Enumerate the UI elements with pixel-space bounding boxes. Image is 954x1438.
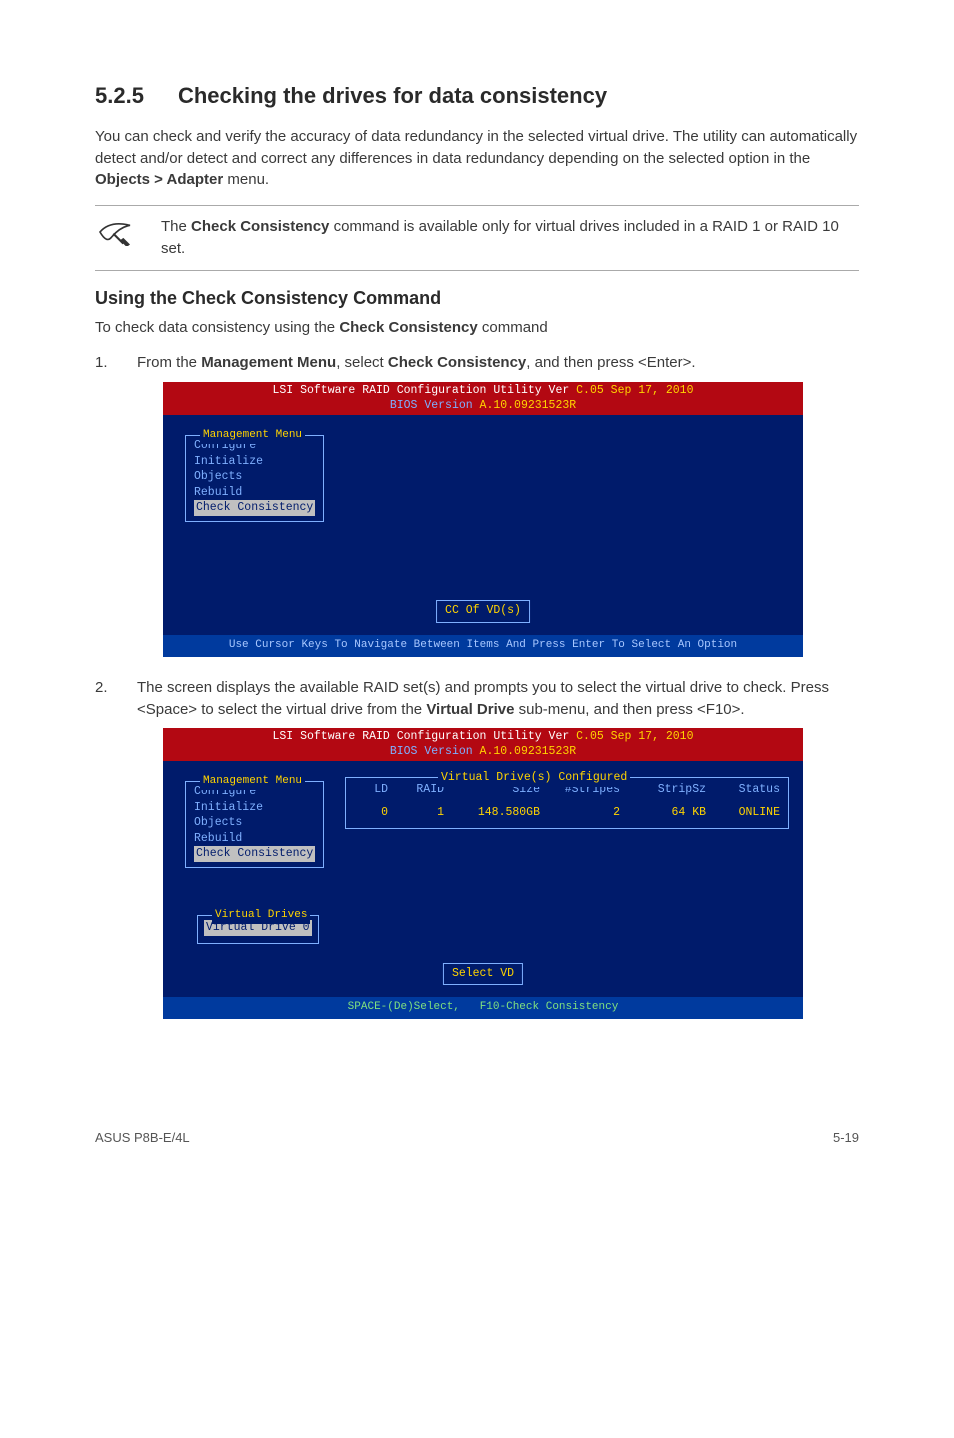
bios2-title-main: LSI Software RAID Configuration Utility …: [273, 730, 577, 743]
s2-post: sub-menu, and then press <F10>.: [514, 701, 744, 718]
footer-right: 5-19: [833, 1129, 859, 1148]
intro-bold: Objects > Adapter: [95, 171, 223, 188]
bios1-prompt: CC Of VD(s): [436, 600, 530, 623]
vd-data-row: 0 1 148.580GB 2 64 KB ONLINE: [354, 805, 780, 822]
val-ld: 0: [354, 805, 388, 822]
section-heading: 5.2.5 Checking the drives for data consi…: [95, 80, 859, 112]
note-text: The Check Consistency command is availab…: [161, 216, 859, 260]
bios1-header: LSI Software RAID Configuration Utility …: [163, 382, 803, 415]
s1-post: , and then press <Enter>.: [526, 354, 695, 371]
bios1-body: Management Menu Configure Initialize Obj…: [163, 415, 803, 635]
section-number: 5.2.5: [95, 80, 144, 112]
bios2-footer-a: SPACE-(De)Select,: [348, 1001, 460, 1013]
bios1-footer: Use Cursor Keys To Navigate Between Item…: [163, 635, 803, 657]
intro-post: menu.: [223, 171, 269, 188]
section-title: Checking the drives for data consistency: [178, 80, 607, 112]
management-menu-box: Management Menu Configure Initialize Obj…: [185, 435, 324, 522]
bios-screenshot-1: LSI Software RAID Configuration Utility …: [163, 382, 803, 657]
s2-b1: Virtual Drive: [426, 701, 514, 718]
col-ld: LD: [354, 782, 388, 799]
val-stripsz: 64 KB: [620, 805, 706, 822]
note-bold: Check Consistency: [191, 218, 329, 235]
bios2-body: Management Menu Configure Initialize Obj…: [163, 761, 803, 997]
menu-item-objects[interactable]: Objects: [194, 469, 315, 485]
bios-screenshot-2: LSI Software RAID Configuration Utility …: [163, 728, 803, 1019]
note-icon: [95, 216, 135, 253]
virtual-drives-title: Virtual Drives: [212, 908, 310, 924]
subheading: Using the Check Consistency Command: [95, 285, 859, 311]
val-stripes: 2: [540, 805, 620, 822]
lead-post: command: [478, 319, 548, 336]
bios2-footer: SPACE-(De)Select, F10-Check Consistency: [163, 997, 803, 1019]
menu2-item-check-consistency[interactable]: Check Consistency: [194, 846, 315, 862]
step-2: 2. The screen displays the available RAI…: [95, 677, 859, 721]
bios2-version-value: A.10.09231523R: [480, 745, 577, 758]
col-stripsz: StripSz: [620, 782, 706, 799]
val-status: ONLINE: [706, 805, 780, 822]
step-2-text: The screen displays the available RAID s…: [137, 677, 859, 721]
management-menu-title: Management Menu: [200, 428, 305, 444]
footer-left: ASUS P8B-E/4L: [95, 1129, 190, 1148]
bios-version-value: A.10.09231523R: [480, 399, 577, 412]
bios2-footer-b: F10-Check Consistency: [480, 1001, 619, 1013]
menu2-item-objects[interactable]: Objects: [194, 815, 315, 831]
bios-title-main: LSI Software RAID Configuration Utility …: [273, 384, 577, 397]
val-size: 148.580GB: [444, 805, 540, 822]
s1-pre: From the: [137, 354, 201, 371]
menu2-item-initialize[interactable]: Initialize: [194, 800, 315, 816]
menu-item-check-consistency[interactable]: Check Consistency: [194, 500, 315, 516]
lead-pre: To check data consistency using the: [95, 319, 339, 336]
vd-panel-title: Virtual Drive(s) Configured: [438, 770, 630, 787]
col-status: Status: [706, 782, 780, 799]
note-pre: The: [161, 218, 191, 235]
virtual-drives-box: Virtual Drives Virtual Drive 0: [197, 915, 319, 944]
bios-version-label: BIOS Version: [390, 399, 480, 412]
bios2-title-ver: C.05 Sep 17, 2010: [576, 730, 693, 743]
virtual-drives-configured-panel: Virtual Drive(s) Configured LD RAID Size…: [345, 777, 789, 828]
page-footer: ASUS P8B-E/4L 5-19: [95, 1129, 859, 1148]
bios2-version-label: BIOS Version: [390, 745, 480, 758]
management-menu-title-2: Management Menu: [200, 774, 305, 790]
note-box: The Check Consistency command is availab…: [95, 205, 859, 271]
bios2-header: LSI Software RAID Configuration Utility …: [163, 728, 803, 761]
management-menu-box-2: Management Menu Configure Initialize Obj…: [185, 781, 324, 868]
intro-pre: You can check and verify the accuracy of…: [95, 128, 857, 167]
s1-b1: Management Menu: [201, 354, 336, 371]
col-raid: RAID: [388, 782, 444, 799]
intro-paragraph: You can check and verify the accuracy of…: [95, 126, 859, 191]
menu-item-rebuild[interactable]: Rebuild: [194, 485, 315, 501]
s1-b2: Check Consistency: [388, 354, 526, 371]
lead-paragraph: To check data consistency using the Chec…: [95, 317, 859, 339]
lead-bold: Check Consistency: [339, 319, 477, 336]
menu-item-initialize[interactable]: Initialize: [194, 454, 315, 470]
menu2-item-rebuild[interactable]: Rebuild: [194, 831, 315, 847]
bios2-prompt: Select VD: [443, 963, 523, 986]
step-1-text: From the Management Menu, select Check C…: [137, 352, 859, 374]
s1-mid: , select: [336, 354, 388, 371]
bios-title-ver: C.05 Sep 17, 2010: [576, 384, 693, 397]
step-1: 1. From the Management Menu, select Chec…: [95, 352, 859, 374]
step-2-number: 2.: [95, 677, 109, 721]
step-1-number: 1.: [95, 352, 109, 374]
val-raid: 1: [388, 805, 444, 822]
